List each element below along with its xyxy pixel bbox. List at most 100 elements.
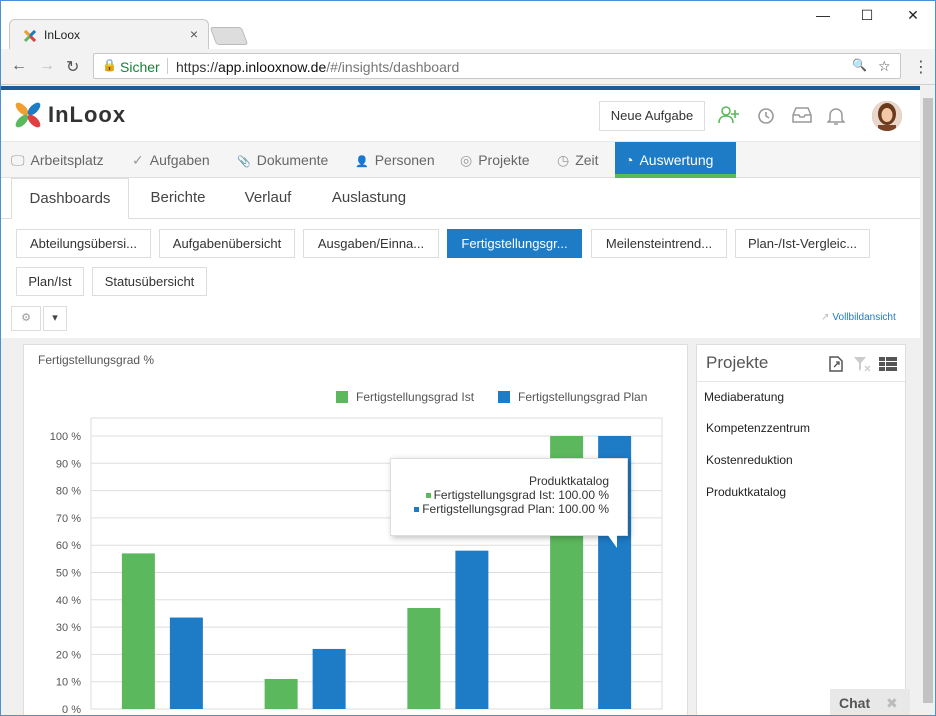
bar-plan-kompetenzzentrum [312,648,346,709]
monitor-icon: 🖵 [11,152,25,168]
browser-toolbar: ← → ↻ 🔒 Sicher https://app.inlooxnow.de/… [1,49,935,85]
nav-personen[interactable]: 👤 Personen [355,142,435,178]
tab-verlauf[interactable]: Verlauf [233,178,303,218]
project-list-item[interactable]: Mediaberatung [704,390,784,404]
tooltip-line-ist: Fertigstellungsgrad Ist: 100.00 % [425,488,609,502]
nav-dokumente[interactable]: 📎 Dokumente [237,142,328,178]
y-tick-label: 30 % [56,622,81,634]
paperclip-icon: 📎 [237,156,251,168]
inloox-favicon-icon [23,29,37,43]
tab-dashboards[interactable]: Dashboards [11,178,129,219]
project-list-item[interactable]: Produktkatalog [706,485,786,499]
history-icon[interactable] [756,106,776,131]
y-tick-label: 70 % [56,513,81,525]
nav-arbeitsplatz[interactable]: 🖵 Arbeitsplatz [11,142,104,178]
projects-panel-title: Projekte [706,353,769,372]
star-icon[interactable]: ☆ [878,58,891,75]
page-scrollbar[interactable] [920,86,935,715]
dashboard-button[interactable]: Abteilungsübersi... [16,229,151,258]
url-text: https://app.inlooxnow.de/#/insights/dash… [176,59,459,75]
fullscreen-link[interactable]: ↗ Vollbildansicht [821,312,896,323]
url-scheme: https:// [176,59,219,75]
clear-filter-icon[interactable] [853,356,871,377]
close-window-button[interactable]: ✕ [890,7,935,27]
tooltip-line-plan: Fertigstellungsgrad Plan: 100.00 % [414,502,609,516]
url-path: /#/insights/dashboard [326,59,460,75]
inloox-app: InLoox Neue Aufgabe 🖵 Arbeitsplatz ✓ Aufga… [1,86,920,715]
nav-aufgaben[interactable]: ✓ Aufgaben [132,142,210,178]
back-icon[interactable]: ← [11,57,27,75]
dashboard-button[interactable]: Meilensteintrend... [591,229,727,258]
target-icon: ◎ [460,152,473,168]
chat-widget[interactable]: Chat ✖ [830,689,910,715]
security-label: Sicher [120,59,160,75]
nav-zeit[interactable]: ◷ Zeit [557,142,599,178]
address-bar[interactable]: 🔒 Sicher https://app.inlooxnow.de/#/insi… [93,53,901,79]
dashboard-button[interactable]: Ausgaben/Einna... [303,229,439,258]
project-list-item[interactable]: Kostenreduktion [706,453,793,467]
clock-icon: ◷ [557,152,570,168]
chat-close-icon[interactable]: ✖ [886,695,898,712]
reload-icon[interactable]: ↻ [66,57,79,77]
inbox-icon[interactable] [791,106,813,129]
y-tick-label: 20 % [56,649,81,661]
tab-close-icon[interactable]: × [190,26,198,42]
external-link-icon: ↗ [821,312,830,323]
forward-icon[interactable]: → [39,57,55,75]
sub-tabs: Dashboards Berichte Verlauf Auslastung [1,178,920,219]
tooltip-title: Produktkatalog [528,474,609,488]
inloox-logo-icon [15,102,41,128]
dashboard-content: Fertigstellungsgrad % Fertigstellungsgra… [1,338,920,715]
bar-ist-mediaberatung [121,553,155,709]
tab-berichte[interactable]: Berichte [139,178,217,218]
y-tick-label: 40 % [56,595,81,607]
nav-projekte[interactable]: ◎ Projekte [460,142,530,178]
chart-panel: Fertigstellungsgrad % Fertigstellungsgra… [23,344,688,715]
dashboard-button[interactable]: Plan/Ist [16,267,84,296]
tab-title: InLoox [44,28,81,42]
project-list-item[interactable]: Kompetenzzentrum [706,421,810,435]
chevron-down-icon[interactable]: ▾ [43,306,67,331]
y-tick-label: 100 % [50,431,81,443]
url-domain: app.inlooxnow.de [218,59,327,75]
search-icon[interactable]: 🔍 [852,58,867,72]
bar-ist-kostenreduktion [407,607,441,709]
export-icon[interactable] [828,356,844,377]
grid-view-icon[interactable] [879,357,897,376]
logo-text: InLoox [48,102,127,127]
person-icon: 👤 [355,156,369,168]
y-tick-label: 50 % [56,568,81,580]
lock-icon: 🔒 [102,58,117,72]
y-tick-label: 80 % [56,486,81,498]
bell-icon[interactable] [826,106,846,131]
y-tick-label: 60 % [56,540,81,552]
maximize-button[interactable]: ☐ [844,7,890,27]
browser-tab[interactable]: InLoox × [9,19,209,49]
dashboard-button[interactable]: Statusübersicht [92,267,207,296]
main-navigation: 🖵 Arbeitsplatz ✓ Aufgaben 📎 Dokumente 👤 Pers… [1,141,920,178]
bar-plan-kostenreduktion [455,550,489,709]
browser-titlebar: InLoox × — ☐ ✕ [1,1,935,49]
scrollbar-thumb[interactable] [923,98,933,703]
add-user-icon[interactable] [718,105,740,130]
tab-auslastung[interactable]: Auslastung [319,178,419,218]
browser-window: InLoox × — ☐ ✕ ← → ↻ 🔒 Sicher https://ap… [0,0,936,716]
pie-chart-icon: ◔ [625,152,634,168]
dashboard-button[interactable]: Aufgabenübersicht [159,229,295,258]
minimize-button[interactable]: — [800,7,846,27]
check-icon: ✓ [132,152,144,168]
dashboard-button[interactable]: Plan-/Ist-Vergleic... [735,229,870,258]
bar-plan-mediaberatung [169,617,203,709]
chart-tooltip: Produktkatalog Fertigstellungsgrad Ist: … [390,458,628,536]
bar-ist-kompetenzzentrum [264,678,298,709]
chat-label: Chat [839,695,871,711]
projects-panel: Projekte Mediaberatung Kompetenzzentrum … [696,344,906,715]
user-avatar[interactable] [872,101,902,131]
nav-auswertung[interactable]: ◔ Auswertung [615,142,736,178]
browser-menu-icon[interactable]: ⋮ [913,57,929,77]
new-task-button[interactable]: Neue Aufgabe [599,101,705,131]
dashboard-button-selected[interactable]: Fertigstellungsgr... [447,229,582,258]
new-tab-button[interactable] [209,27,249,45]
settings-gear-icon[interactable]: ⚙ [11,306,41,331]
y-tick-label: 10 % [56,677,81,689]
